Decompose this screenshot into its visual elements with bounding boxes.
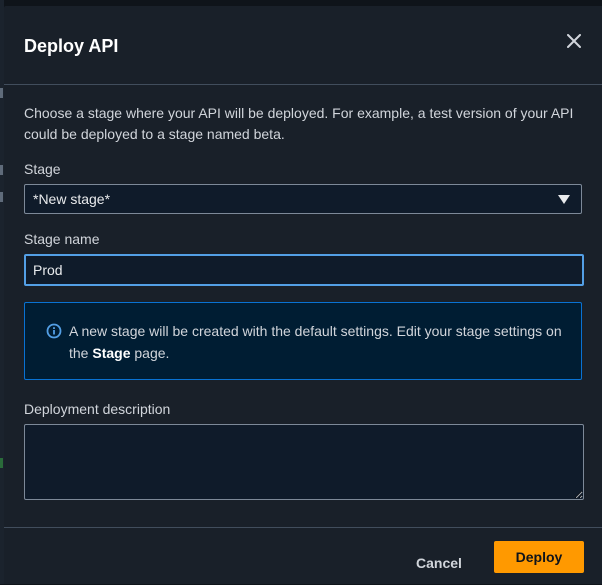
alert-message: A new stage will be created with the def… xyxy=(69,320,569,364)
stage-select-value: *New stage* xyxy=(33,191,111,207)
close-icon xyxy=(567,34,581,48)
dialog-description: Choose a stage where your API will be de… xyxy=(24,105,574,142)
backdrop-text-fragment xyxy=(0,458,3,468)
alert-text-after: page. xyxy=(134,345,170,361)
alert-stage-link: Stage xyxy=(92,345,131,361)
dialog-title: Deploy API xyxy=(24,36,119,56)
deployment-description-textarea[interactable] xyxy=(24,424,584,500)
deployment-description-label: Deployment description xyxy=(24,401,171,417)
stage-name-label: Stage name xyxy=(24,231,100,247)
dialog-footer: Cancel Deploy xyxy=(4,527,602,585)
info-alert: A new stage will be created with the def… xyxy=(24,302,582,380)
close-button[interactable] xyxy=(563,30,585,52)
stage-label: Stage xyxy=(24,161,61,177)
backdrop-text-fragment xyxy=(0,165,3,175)
stage-select[interactable]: *New stage* xyxy=(24,184,582,214)
deploy-api-dialog: Deploy API Choose a stage where your API… xyxy=(4,6,602,584)
info-icon xyxy=(46,323,62,339)
deploy-button[interactable]: Deploy xyxy=(494,541,584,573)
backdrop-text-fragment xyxy=(0,88,3,98)
dialog-body: Choose a stage where your API will be de… xyxy=(4,85,602,500)
backdrop-text-fragment xyxy=(0,192,3,202)
caret-down-icon xyxy=(558,195,570,204)
dialog-header: Deploy API xyxy=(4,6,602,85)
cancel-button[interactable]: Cancel xyxy=(416,555,462,571)
stage-name-input[interactable] xyxy=(24,254,584,286)
